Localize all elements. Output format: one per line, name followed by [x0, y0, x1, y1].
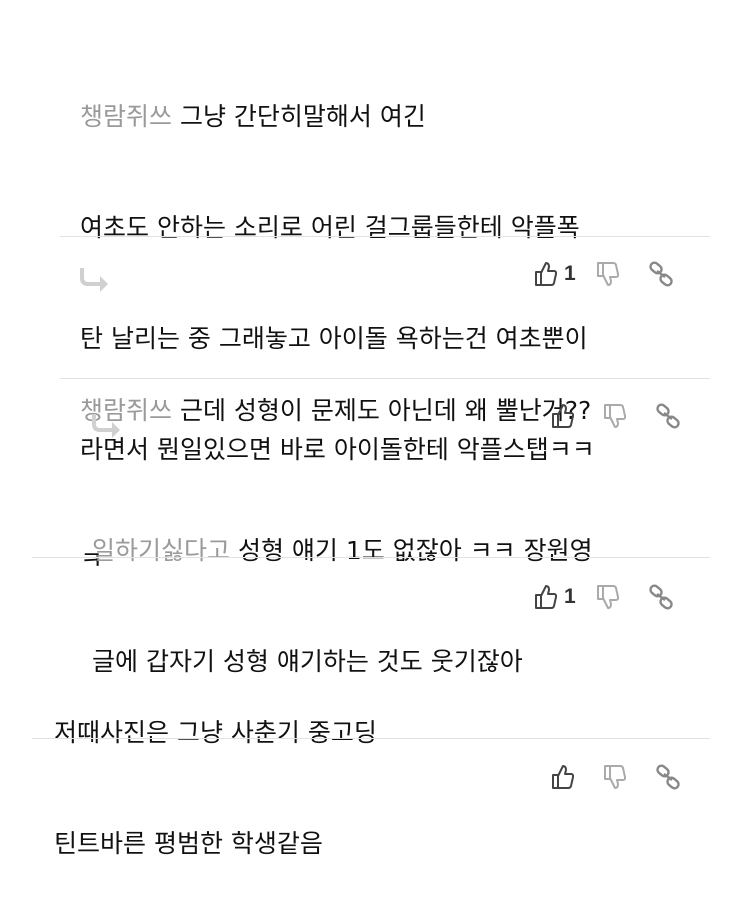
- like-button[interactable]: [551, 764, 575, 790]
- like-button[interactable]: [551, 403, 575, 429]
- thumbs-down-icon: [596, 585, 619, 609]
- comment-1-line-1: 챙람쥐쓰 그냥 간단히말해서 여긴: [80, 102, 426, 131]
- like-count: 1: [564, 262, 576, 285]
- link-icon: [648, 584, 673, 610]
- link-icon: [648, 261, 673, 287]
- link-icon: [656, 764, 680, 790]
- link-button[interactable]: [655, 403, 681, 429]
- divider: [32, 557, 710, 558]
- thumbs-up-icon: [552, 765, 575, 789]
- dislike-button[interactable]: [603, 403, 627, 429]
- comment-4-actions: [551, 762, 681, 792]
- thumbs-down-icon: [596, 262, 619, 286]
- comment-2: 챙람쥐쓰 근데 성형이 문제도 아닌데 왜 뿔난거??: [80, 318, 720, 466]
- comment-2-actions: [551, 401, 681, 431]
- comment-3-line-1: 일하기싫다고 성형 얘기 1도 없잖아 ㅋㅋ 장원영: [92, 536, 593, 565]
- divider: [60, 236, 710, 237]
- comment-4-line-1: 저때사진은 그냥 사춘기 중고딩: [54, 718, 377, 747]
- like-count: 1: [564, 585, 576, 608]
- divider: [60, 378, 710, 379]
- comment-1-actions: 1: [534, 259, 674, 289]
- divider: [32, 738, 710, 739]
- thumbs-down-icon: [604, 404, 627, 428]
- comment-4-line-2: 틴트바른 평범한 학생같음: [54, 829, 323, 858]
- thumbs-up-icon: [535, 262, 558, 286]
- comment-3-actions: 1: [534, 582, 674, 612]
- like-button[interactable]: 1: [534, 261, 576, 287]
- link-button[interactable]: [655, 764, 681, 790]
- link-button[interactable]: [648, 584, 674, 610]
- thumbs-up-icon: [552, 404, 575, 428]
- dislike-button[interactable]: [596, 584, 620, 610]
- link-icon: [656, 403, 680, 429]
- reply-arrow-icon: [92, 414, 120, 438]
- like-button[interactable]: 1: [534, 584, 576, 610]
- comment-1-line-2: 여초도 안하는 소리로 어린 걸그룹들한테 악플폭: [80, 213, 580, 242]
- comment-author[interactable]: 챙람쥐쓰: [80, 102, 172, 131]
- comment-author[interactable]: 일하기싫다고: [92, 536, 230, 565]
- thumbs-up-icon: [535, 585, 558, 609]
- dislike-button[interactable]: [596, 261, 620, 287]
- reply-arrow-icon: [80, 268, 108, 292]
- dislike-button[interactable]: [603, 764, 627, 790]
- thumbs-down-icon: [604, 765, 627, 789]
- link-button[interactable]: [648, 261, 674, 287]
